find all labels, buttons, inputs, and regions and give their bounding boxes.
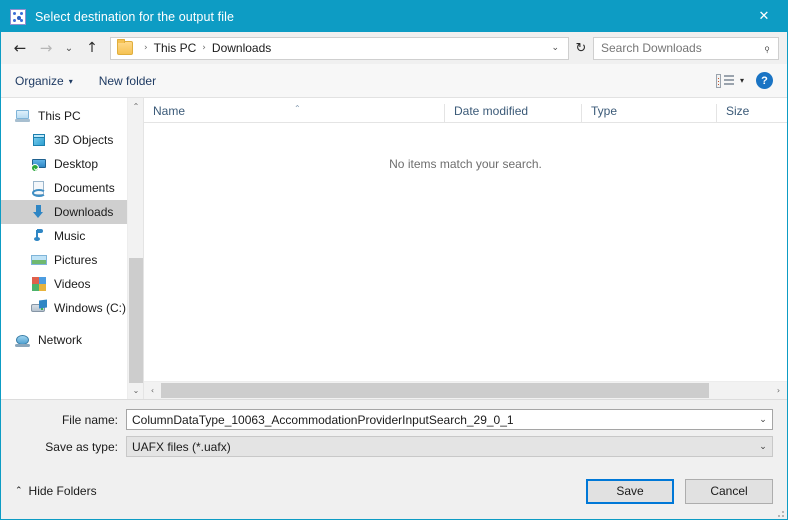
documents-icon	[31, 180, 47, 197]
sidebar-item-label: Documents	[54, 181, 115, 195]
save-file-dialog: Select destination for the output file ✕…	[0, 0, 788, 520]
sidebar-item-desktop[interactable]: Desktop	[1, 152, 143, 176]
scroll-left-icon[interactable]: ‹	[144, 386, 161, 395]
file-name-row: File name: ColumnDataType_10063_Accommod…	[15, 409, 773, 430]
sidebar-item-label: Desktop	[54, 157, 99, 171]
sidebar-item-this-pc[interactable]: This PC	[1, 104, 143, 128]
sidebar-item-label: Pictures	[54, 253, 98, 267]
pictures-icon	[31, 252, 47, 268]
view-options-chevron-down-icon[interactable]: ▾	[738, 76, 756, 85]
downloads-icon	[31, 204, 47, 220]
column-label: Name	[153, 104, 186, 118]
back-button[interactable]: ←	[7, 36, 33, 60]
dialog-body: This PC 3D Objects Desktop Documents Dow…	[1, 98, 787, 399]
dialog-footer: ⌃ Hide Folders Save Cancel	[1, 463, 787, 519]
navigation-pane: This PC 3D Objects Desktop Documents Dow…	[1, 98, 143, 399]
desktop-icon	[31, 156, 47, 172]
navigation-bar: ← → ⌄ ↑ › This PC › Downloads ⌄ ↻ Search…	[1, 32, 787, 64]
chevron-down-icon[interactable]: ⌄	[754, 415, 772, 425]
column-header-size[interactable]: Size	[716, 104, 776, 122]
music-icon	[31, 228, 47, 244]
sidebar-item-network[interactable]: Network	[1, 328, 143, 352]
scrollbar-thumb[interactable]	[161, 383, 710, 398]
sidebar-item-videos[interactable]: Videos	[1, 272, 143, 296]
window-title: Select destination for the output file	[35, 9, 235, 24]
save-as-type-value: UAFX files (*.uafx)	[132, 439, 231, 454]
title-bar: Select destination for the output file ✕	[1, 1, 787, 32]
sidebar-item-label: Downloads	[54, 205, 114, 219]
breadcrumb-item-this-pc[interactable]: This PC	[154, 41, 197, 55]
sidebar-vertical-scrollbar[interactable]: ⌃ ⌄	[127, 98, 143, 399]
network-icon	[15, 332, 31, 348]
command-bar: Organize ▾ New folder ▾ ?	[1, 64, 787, 98]
address-bar[interactable]: › This PC › Downloads ⌄	[110, 36, 569, 60]
hide-folders-button[interactable]: ⌃ Hide Folders	[15, 484, 97, 498]
new-folder-button[interactable]: New folder	[83, 70, 166, 92]
file-name-combobox[interactable]: ColumnDataType_10063_AccommodationProvid…	[126, 409, 773, 430]
column-header-name[interactable]: Name ⌃	[144, 104, 444, 122]
file-list-pane: Name ⌃ Date modified Type Size No items …	[143, 98, 787, 399]
scroll-up-icon[interactable]: ⌃	[128, 98, 143, 115]
forward-button[interactable]: →	[33, 36, 59, 60]
resize-grip[interactable]	[774, 507, 784, 517]
drive-icon	[31, 299, 47, 316]
sidebar-item-downloads[interactable]: Downloads	[1, 200, 143, 224]
app-icon	[10, 8, 26, 25]
sidebar-item-windows-c[interactable]: Windows (C:)	[1, 296, 143, 320]
scroll-down-icon[interactable]: ⌄	[128, 382, 143, 399]
save-as-type-combobox[interactable]: UAFX files (*.uafx) ⌄	[126, 436, 773, 457]
file-form: File name: ColumnDataType_10063_Accommod…	[1, 399, 787, 463]
pc-icon	[15, 108, 31, 124]
sidebar-item-label: Network	[38, 333, 83, 347]
search-input[interactable]: Search Downloads	[594, 41, 756, 55]
scroll-right-icon[interactable]: ›	[770, 386, 787, 395]
up-button[interactable]: ↑	[79, 36, 105, 60]
file-name-input[interactable]: ColumnDataType_10063_AccommodationProvid…	[127, 413, 754, 427]
sidebar-item-documents[interactable]: Documents	[1, 176, 143, 200]
videos-icon	[31, 276, 47, 292]
file-name-label: File name:	[61, 412, 118, 427]
folder-icon	[117, 39, 133, 55]
sidebar-item-label: Music	[54, 229, 86, 243]
file-list-body[interactable]: No items match your search.	[144, 123, 787, 381]
search-icon: ⌕	[759, 40, 774, 55]
breadcrumb-item-downloads[interactable]: Downloads	[212, 41, 271, 55]
file-list-horizontal-scrollbar[interactable]: ‹ ›	[144, 381, 787, 399]
sort-ascending-icon: ⌃	[294, 104, 301, 113]
view-layout-icon[interactable]	[715, 73, 734, 88]
breadcrumb-separator-0: ›	[144, 43, 148, 53]
sidebar-item-label: This PC	[38, 109, 81, 123]
column-header-row: Name ⌃ Date modified Type Size	[144, 98, 787, 123]
close-icon[interactable]: ✕	[741, 1, 787, 32]
sidebar-item-pictures[interactable]: Pictures	[1, 248, 143, 272]
address-chevron-down-icon[interactable]: ⌄	[542, 43, 568, 53]
organize-button[interactable]: Organize ▾	[15, 70, 83, 92]
save-button[interactable]: Save	[586, 478, 674, 504]
hide-folders-label: Hide Folders	[28, 484, 97, 498]
empty-state-message: No items match your search.	[389, 157, 542, 171]
chevron-down-icon: ▾	[68, 76, 73, 86]
sidebar-item-3d-objects[interactable]: 3D Objects	[1, 128, 143, 152]
save-as-type-row: Save as type: UAFX files (*.uafx) ⌄	[15, 436, 773, 457]
refresh-icon[interactable]: ↻	[569, 36, 593, 60]
recent-locations-chevron-icon[interactable]: ⌄	[59, 36, 79, 60]
breadcrumb-separator-1: ›	[202, 43, 206, 53]
column-header-date-modified[interactable]: Date modified	[444, 104, 581, 122]
save-as-type-label: Save as type:	[45, 439, 118, 454]
sidebar-item-label: 3D Objects	[54, 133, 114, 147]
chevron-down-icon[interactable]: ⌄	[754, 442, 772, 452]
sidebar-item-label: Videos	[54, 277, 91, 291]
help-icon[interactable]: ?	[756, 72, 773, 89]
sidebar-item-music[interactable]: Music	[1, 224, 143, 248]
cancel-button[interactable]: Cancel	[685, 478, 773, 504]
3d-objects-icon	[31, 132, 47, 148]
scrollbar-track[interactable]	[161, 382, 770, 399]
sidebar-item-label: Windows (C:)	[54, 301, 127, 315]
scrollbar-thumb[interactable]	[129, 258, 143, 383]
column-header-type[interactable]: Type	[581, 104, 716, 122]
organize-label: Organize	[15, 73, 64, 88]
chevron-up-icon: ⌃	[15, 486, 23, 496]
search-box[interactable]: Search Downloads ⌕	[593, 36, 779, 60]
